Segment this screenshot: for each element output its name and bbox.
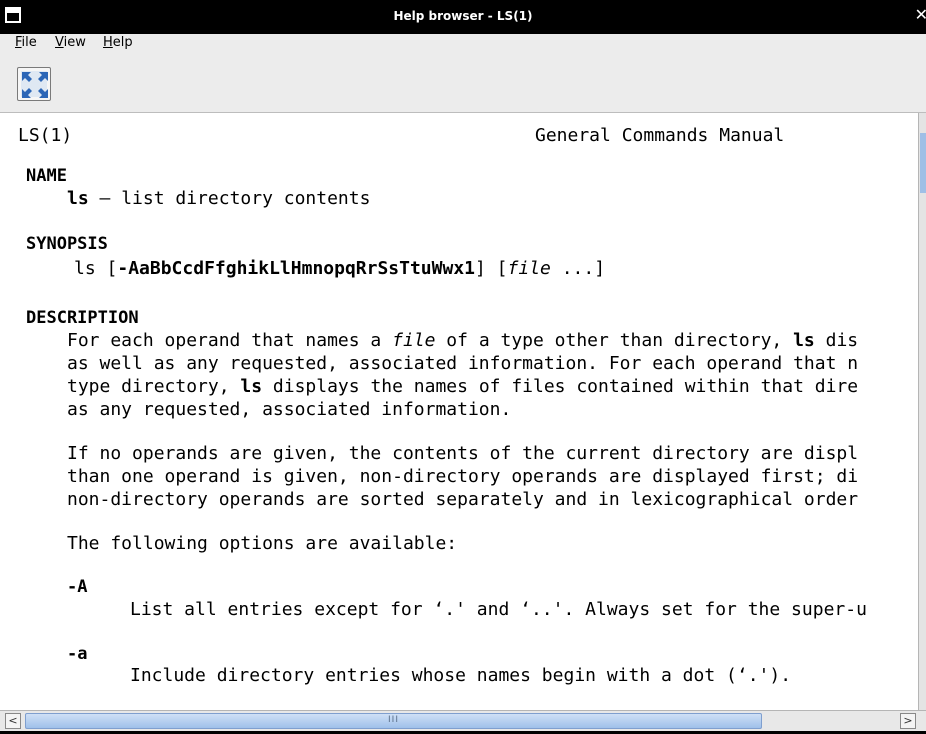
menu-help[interactable]: Help xyxy=(103,35,133,50)
toolbar xyxy=(0,54,926,113)
description-line: If no operands are given, the contents o… xyxy=(67,443,859,464)
description-line: non-directory operands are sorted separa… xyxy=(67,489,859,510)
synopsis-line: ls [-AaBbCcdFfghikLlHmnopqRrSsTtuWwx1] [… xyxy=(74,258,606,279)
fullscreen-icon xyxy=(21,71,48,98)
description-line: as any requested, associated information… xyxy=(67,399,512,420)
man-header-left: LS(1) xyxy=(18,125,73,146)
man-header-center: General Commands Manual xyxy=(535,125,785,146)
horizontal-scroll-thumb[interactable]: III xyxy=(25,713,762,729)
option-A-description: List all entries except for ‘.' and ‘..'… xyxy=(130,599,867,620)
scroll-grip: III xyxy=(388,715,399,725)
description-line: as well as any requested, associated inf… xyxy=(67,353,859,374)
description-line: For each operand that names a file of a … xyxy=(67,330,859,351)
vertical-scroll-thumb[interactable] xyxy=(920,133,926,193)
option-a-description: Include directory entries whose names be… xyxy=(130,665,792,686)
manpage-content[interactable]: LS(1) General Commands Manual NAME ls – … xyxy=(0,113,918,710)
scroll-right-arrow-icon[interactable]: > xyxy=(900,713,916,729)
menu-bar: File View Help xyxy=(0,34,926,54)
description-line: type directory, ls displays the names of… xyxy=(67,376,859,397)
scroll-left-arrow-icon[interactable]: < xyxy=(5,713,21,729)
menu-view[interactable]: View xyxy=(55,35,86,50)
menu-file[interactable]: File xyxy=(15,35,37,50)
section-description-heading: DESCRIPTION xyxy=(26,308,139,328)
title-bar: Help browser - LS(1) ✕ xyxy=(0,0,926,34)
section-synopsis-heading: SYNOPSIS xyxy=(26,234,108,254)
vertical-scrollbar[interactable] xyxy=(918,113,926,710)
name-line: ls – list directory contents xyxy=(67,188,371,209)
description-line: than one operand is given, non-directory… xyxy=(67,466,859,487)
section-name-heading: NAME xyxy=(26,166,67,186)
fullscreen-button[interactable] xyxy=(17,67,51,101)
description-line: The following options are available: xyxy=(67,533,458,554)
option-a-flag: -a xyxy=(67,644,88,664)
close-icon[interactable]: ✕ xyxy=(915,6,926,24)
option-A-flag: -A xyxy=(67,577,88,597)
window-title: Help browser - LS(1) xyxy=(393,9,533,23)
